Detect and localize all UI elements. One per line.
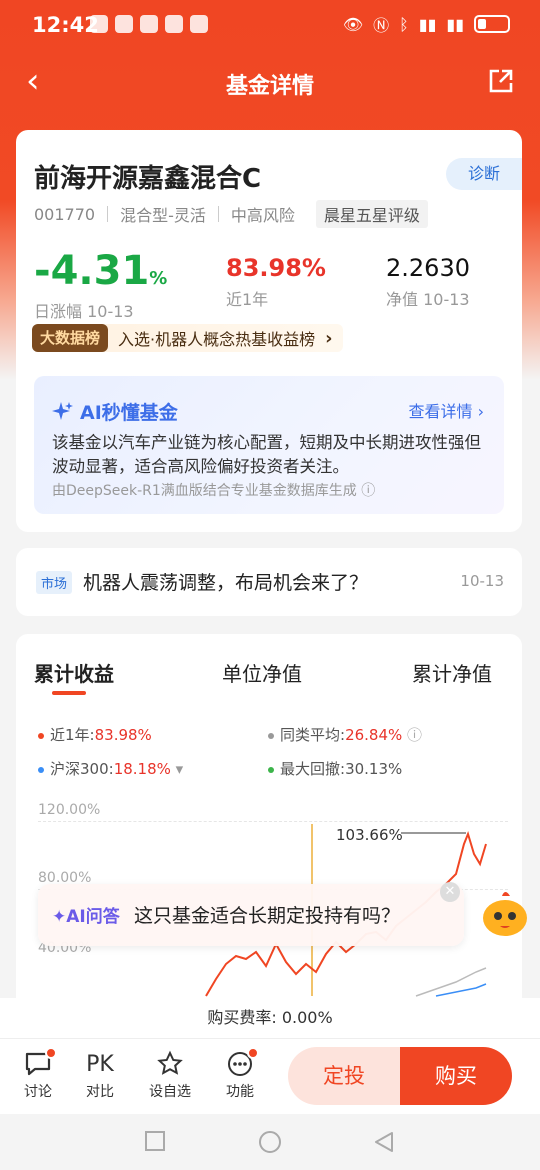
year-return-value: 83.98%	[226, 254, 326, 282]
compare-button[interactable]: PK 对比	[75, 1047, 125, 1101]
divider	[307, 206, 308, 222]
status-time: 12:42	[32, 13, 99, 37]
nav-block: 2.2630 净值 10-13	[386, 254, 470, 310]
share-icon[interactable]	[488, 68, 514, 98]
nav-label: 净值 10-13	[386, 290, 470, 309]
rank-badge: 大数据榜	[32, 324, 109, 352]
fund-code: 001770	[34, 204, 96, 224]
discuss-button[interactable]: 讨论	[13, 1047, 63, 1101]
home-icon[interactable]	[258, 1130, 282, 1154]
diagnose-button[interactable]: 诊断	[446, 158, 522, 190]
fund-type: 混合型-灵活	[120, 206, 206, 225]
tab-unit-nav[interactable]: 单位净值	[222, 658, 302, 687]
app-notification-icon	[90, 15, 108, 33]
system-nav-bar	[0, 1114, 540, 1170]
system-status-icons: 👁 Ⓝ ᛒ ▮▮ ▮▮	[343, 12, 510, 36]
daily-change-block: -4.31% 日涨幅 10-13	[34, 248, 167, 322]
nav-bar: ‹ 基金详情	[0, 52, 540, 112]
badge-dot	[45, 1047, 57, 1059]
nfc-icon: Ⓝ	[373, 16, 390, 35]
ai-more-link[interactable]: 查看详情 ›	[409, 398, 485, 422]
ai-summary-box[interactable]: AI秒懂基金 查看详情 › 该基金以汽车产业链为核心配置，短期及中长期进攻性强但…	[34, 376, 504, 514]
ai-ask-banner[interactable]: ✦AI问答 这只基金适合长期定投持有吗？ ✕	[38, 882, 464, 946]
legend-index[interactable]: 沪深300:18.18% ▾	[38, 758, 183, 779]
news-tag: 市场	[36, 571, 73, 594]
nav-value: 2.2630	[386, 254, 470, 282]
peak-label: 103.66%	[336, 826, 403, 844]
fund-summary-card: 前海开源嘉鑫混合C 诊断 001770 混合型-灵活 中高风险 晨星五星评级 -…	[16, 130, 522, 532]
info-icon: ⓘ	[361, 483, 376, 499]
caret-down-icon: ▾	[175, 760, 184, 778]
mascot-icon[interactable]	[478, 884, 532, 940]
legend-fund: 近1年:83.98%	[38, 724, 152, 745]
peer-average-line	[415, 967, 487, 997]
news-card[interactable]: 市场 机器人震荡调整，布局机会来了？ 10-13	[16, 548, 522, 616]
app-notification-icon	[115, 15, 133, 33]
buy-button[interactable]: 购买	[400, 1047, 512, 1105]
divider	[107, 206, 109, 222]
performance-card: 累计收益 单位净值 累计净值 近1年:83.98% 同类平均:26.84% ⓘ …	[16, 634, 522, 1034]
chat-bubble-icon	[13, 1047, 63, 1081]
back-nav-icon[interactable]	[372, 1130, 396, 1154]
star-plus-icon	[145, 1047, 195, 1081]
year-return-block: 83.98% 近1年	[226, 254, 326, 310]
rank-banner[interactable]: 大数据榜 入选·机器人概念热基收益榜 ›	[32, 324, 343, 352]
app-notification-icon	[190, 15, 208, 33]
fund-risk: 中高风险	[230, 206, 295, 225]
fund-tags: 001770 混合型-灵活 中高风险 晨星五星评级	[34, 200, 428, 228]
pk-icon: PK	[86, 1051, 114, 1077]
bottom-action-bar: 讨论 PK 对比 设自选 功能 定投 购买	[0, 1038, 540, 1114]
fund-rating[interactable]: 晨星五星评级	[315, 200, 428, 228]
app-notification-icon	[140, 15, 158, 33]
ai-summary-title: AI秒懂基金	[52, 398, 178, 425]
ai-ask-question: 这只基金适合长期定投持有吗？	[134, 905, 401, 927]
add-watchlist-button[interactable]: 设自选	[145, 1047, 195, 1101]
rank-text: 入选·机器人概念热基收益榜	[118, 330, 316, 349]
status-bar: 12:42 👁 Ⓝ ᛒ ▮▮ ▮▮	[0, 0, 540, 52]
info-icon: ⓘ	[407, 726, 423, 744]
news-date: 10-13	[460, 572, 504, 590]
signal-icon: ▮▮	[418, 14, 437, 34]
news-title: 机器人震荡调整，布局机会来了？	[83, 572, 369, 594]
tab-cumulative-nav[interactable]: 累计净值	[412, 658, 492, 687]
chevron-right-icon: ›	[325, 327, 333, 349]
app-notification-icon	[165, 15, 183, 33]
legend-peer: 同类平均:26.84% ⓘ	[268, 724, 422, 745]
auto-invest-button[interactable]: 定投	[288, 1047, 400, 1105]
legend-drawdown: 最大回撤:30.13%	[268, 758, 402, 779]
active-tab-indicator	[52, 691, 86, 695]
divider	[217, 206, 219, 222]
daily-change-label: 日涨幅 10-13	[34, 302, 134, 321]
daily-change-value: -4.31%	[34, 248, 168, 294]
signal-icon: ▮▮	[446, 14, 464, 34]
close-icon[interactable]: ✕	[440, 882, 460, 902]
function-button[interactable]: 功能	[215, 1047, 265, 1101]
year-return-label: 近1年	[226, 290, 269, 309]
tab-cumulative-return[interactable]: 累计收益	[34, 658, 114, 687]
eye-icon: 👁	[342, 14, 364, 34]
bluetooth-icon: ᛒ	[399, 14, 409, 34]
fund-name: 前海开源嘉鑫混合C	[34, 164, 262, 194]
badge-dot	[247, 1047, 259, 1059]
ai-ask-label: ✦AI问答	[52, 907, 120, 927]
page-title: 基金详情	[225, 74, 314, 99]
ai-source-note: 由DeepSeek-R1满血版结合专业基金数据库生成 ⓘ	[52, 483, 376, 499]
purchase-fee: 购买费率: 0.00%	[0, 998, 540, 1038]
ai-summary-text: 该基金以汽车产业链为核心配置，短期及中长期进攻性强但波动显著，适合高风险偏好投资…	[52, 433, 481, 476]
recent-apps-icon[interactable]	[144, 1130, 166, 1152]
more-icon	[215, 1047, 265, 1081]
battery-icon	[474, 15, 510, 33]
notification-icons	[90, 15, 208, 33]
sparkle-icon	[52, 401, 73, 420]
